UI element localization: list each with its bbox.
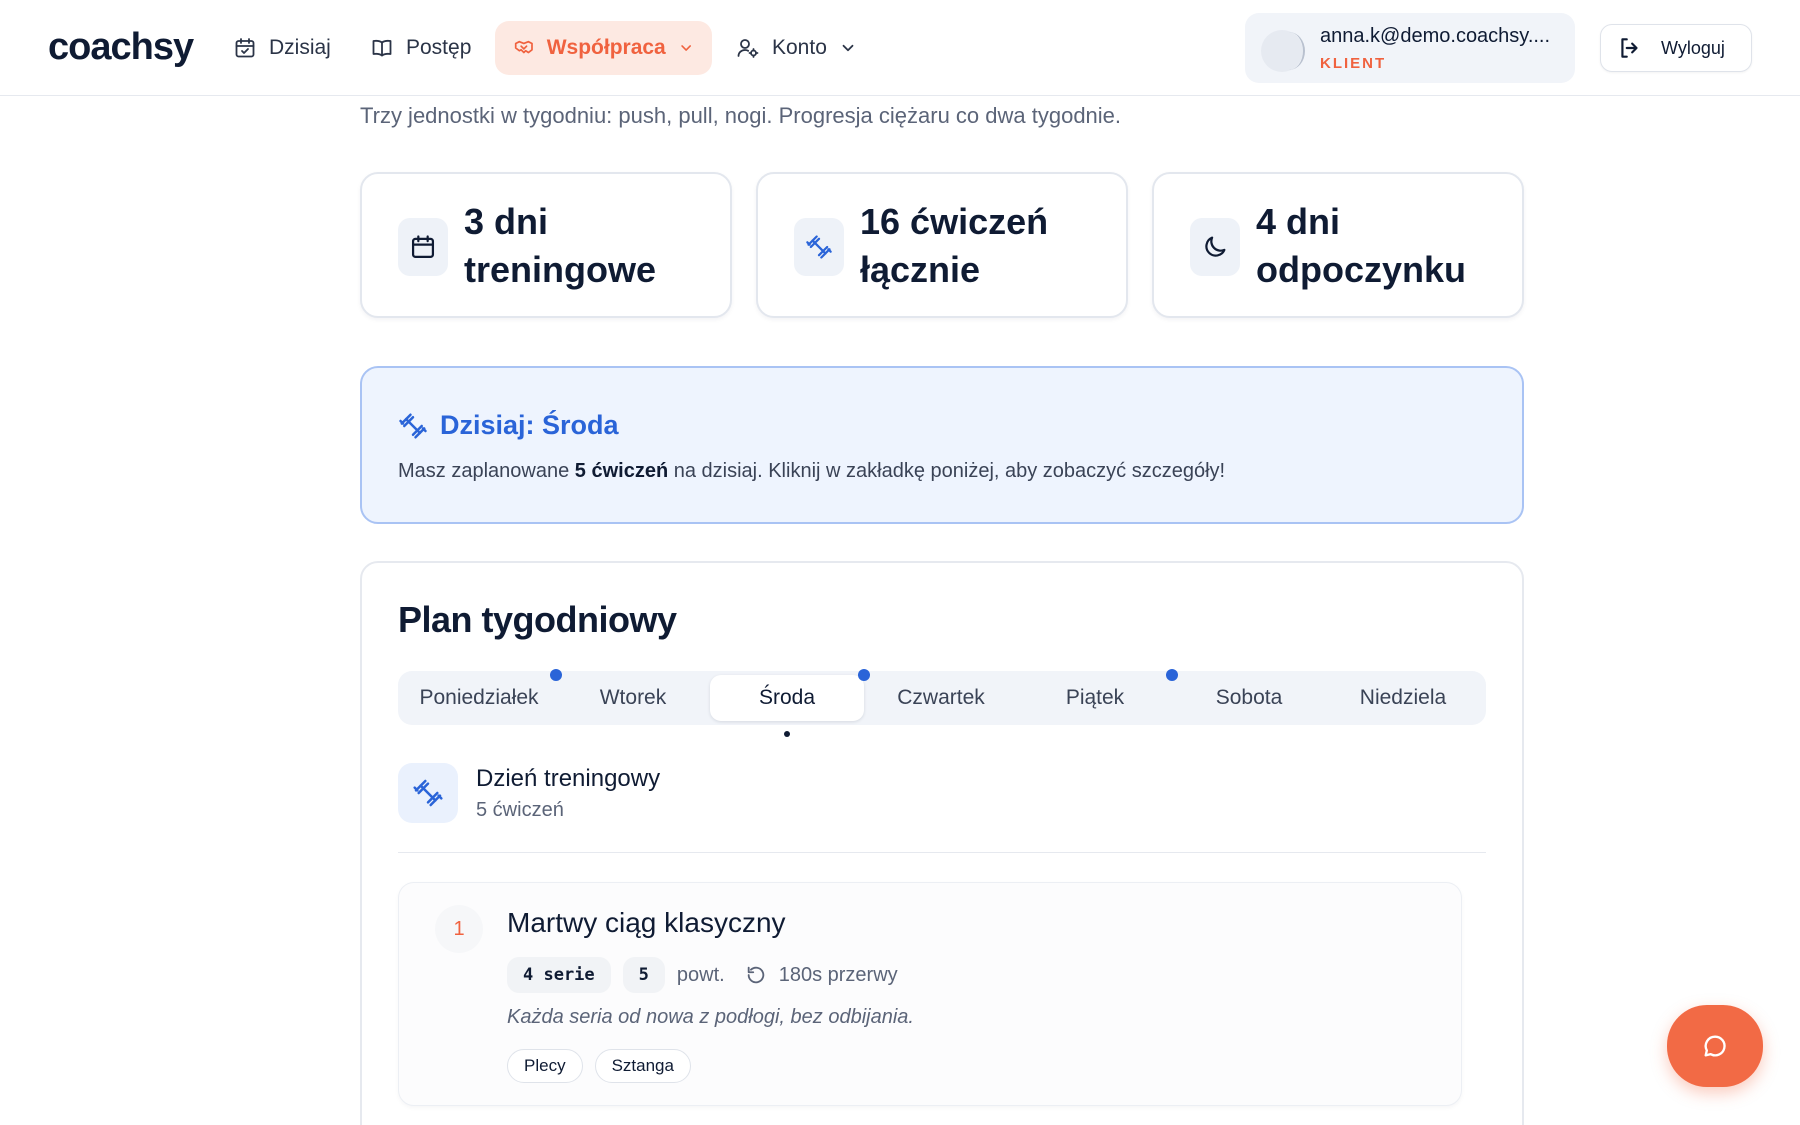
tab-label: Niedziela — [1359, 686, 1447, 709]
tag-equipment: Sztanga — [594, 1049, 691, 1083]
tab-label: Środa — [758, 686, 816, 709]
today-title: Dzisiaj: Środa — [398, 410, 619, 441]
exercise-name: Martwy ciąg klasyczny — [507, 907, 786, 938]
moon-icon — [1205, 236, 1226, 257]
stat-icon-wrap — [398, 218, 448, 276]
user-role-badge: KLIENT — [1320, 55, 1387, 72]
stat-icon-wrap — [794, 218, 844, 276]
exercise-item[interactable]: 1 Martwy ciąg klasyczny 4 serie 5 powt. … — [398, 882, 1462, 1106]
calendar-check-icon — [235, 38, 255, 58]
top-navigation-bar: coachsy Dzisiaj Postęp Współpraca Konto … — [0, 0, 1800, 96]
tab-saturday[interactable]: Sobota — [1172, 675, 1326, 721]
stat-card-rest-days: 4 dni odpoczynku — [1152, 172, 1524, 318]
logout-label: Wyloguj — [1661, 37, 1725, 58]
divider — [398, 852, 1486, 853]
nav-progress-label: Postęp — [406, 36, 472, 59]
plan-description: Trzy jednostki w tygodniu: push, pull, n… — [360, 103, 1122, 128]
tag-muscle: Plecy — [507, 1049, 583, 1083]
stat-card-training-days: 3 dni treningowe — [360, 172, 732, 318]
stat-value: 4 dni odpoczynku — [1256, 201, 1467, 290]
tab-tuesday[interactable]: Wtorek — [556, 675, 710, 721]
nav-today[interactable]: Dzisiaj — [215, 21, 349, 75]
user-email: anna.k@demo.coachsy.... — [1320, 25, 1551, 47]
today-title-text: Dzisiaj: Środa — [440, 410, 619, 440]
tab-label: Sobota — [1215, 686, 1283, 709]
chat-button[interactable] — [1667, 1005, 1763, 1087]
today-card: Dzisiaj: Środa Masz zaplanowane 5 ćwicze… — [360, 366, 1524, 524]
tab-monday[interactable]: Poniedziałek — [402, 669, 562, 721]
reps-unit: powt. — [676, 963, 725, 986]
logout-button[interactable]: Wyloguj — [1600, 24, 1752, 72]
nav-progress[interactable]: Postęp — [352, 21, 489, 75]
rest-timer-icon — [747, 966, 764, 984]
nav-collab-label: Współpraca — [546, 36, 666, 59]
day-exercise-count: 5 ćwiczeń — [476, 799, 564, 821]
tab-thursday[interactable]: Czwartek — [864, 675, 1018, 721]
today-exercise-count: 5 ćwiczeń — [574, 460, 669, 482]
sets-badge: 4 serie — [507, 957, 611, 993]
logout-icon — [1621, 38, 1638, 58]
dumbbell-icon — [399, 413, 427, 438]
tab-label: Poniedziałek — [419, 686, 539, 709]
tab-sunday[interactable]: Niedziela — [1326, 675, 1480, 721]
today-desc-part: Masz zaplanowane — [398, 460, 575, 482]
nav-today-label: Dzisiaj — [269, 36, 331, 59]
tab-label: Wtorek — [599, 686, 667, 709]
tab-friday[interactable]: Piątek — [1018, 669, 1178, 721]
logo[interactable]: coachsy — [48, 26, 194, 69]
exercise-tags: Plecy Sztanga — [507, 1049, 691, 1083]
day-tabs: Poniedziałek Wtorek Środa Czwartek Piąte… — [398, 669, 1486, 737]
chevron-down-icon — [842, 44, 854, 52]
nav-collab-dropdown[interactable]: Współpraca — [495, 21, 712, 75]
today-desc-part: na dzisiaj. Kliknij w zakładkę poniżej, … — [668, 460, 1226, 482]
stat-card-exercises: 16 ćwiczeń łącznie — [756, 172, 1128, 318]
stat-value: 3 dni treningowe — [464, 201, 657, 290]
tab-label: Piątek — [1065, 686, 1125, 709]
nav-account-dropdown[interactable]: Konto — [718, 21, 875, 75]
exercise-note: Każda seria od nowa z podłogi, bez odbij… — [507, 1006, 914, 1028]
user-card[interactable]: anna.k@demo.coachsy.... KLIENT — [1245, 13, 1575, 83]
dumbbell-icon — [413, 779, 443, 807]
day-type-title: Dzień treningowy — [476, 765, 661, 792]
user-settings-icon — [737, 39, 759, 58]
exercise-number: 1 — [435, 905, 483, 953]
chat-bubble-icon — [1704, 1035, 1726, 1057]
day-type-icon-wrap — [398, 763, 458, 823]
nav-account-label: Konto — [772, 36, 827, 59]
today-description: Masz zaplanowane 5 ćwiczeń na dzisiaj. K… — [398, 460, 1225, 483]
stat-icon-wrap — [1190, 218, 1240, 276]
handshake-icon — [514, 40, 533, 54]
avatar — [1261, 30, 1305, 72]
tab-label: Czwartek — [897, 686, 985, 709]
dumbbell-icon — [806, 235, 832, 259]
active-tab-indicator — [784, 731, 790, 737]
weekly-plan-title: Plan tygodniowy — [398, 599, 677, 640]
book-icon — [372, 39, 392, 57]
stat-value: 16 ćwiczeń łącznie — [860, 201, 1049, 290]
exercise-params: 4 serie 5 powt. 180s przerwy — [507, 957, 898, 993]
tab-wednesday[interactable]: Środa — [710, 669, 870, 737]
calendar-icon — [411, 235, 435, 259]
weekly-plan-card: Plan tygodniowy Poniedziałek Wtorek Środ… — [360, 561, 1524, 1125]
rest-time: 180s przerwy — [778, 963, 898, 986]
chevron-down-icon — [680, 45, 691, 51]
reps-badge: 5 — [622, 957, 665, 993]
